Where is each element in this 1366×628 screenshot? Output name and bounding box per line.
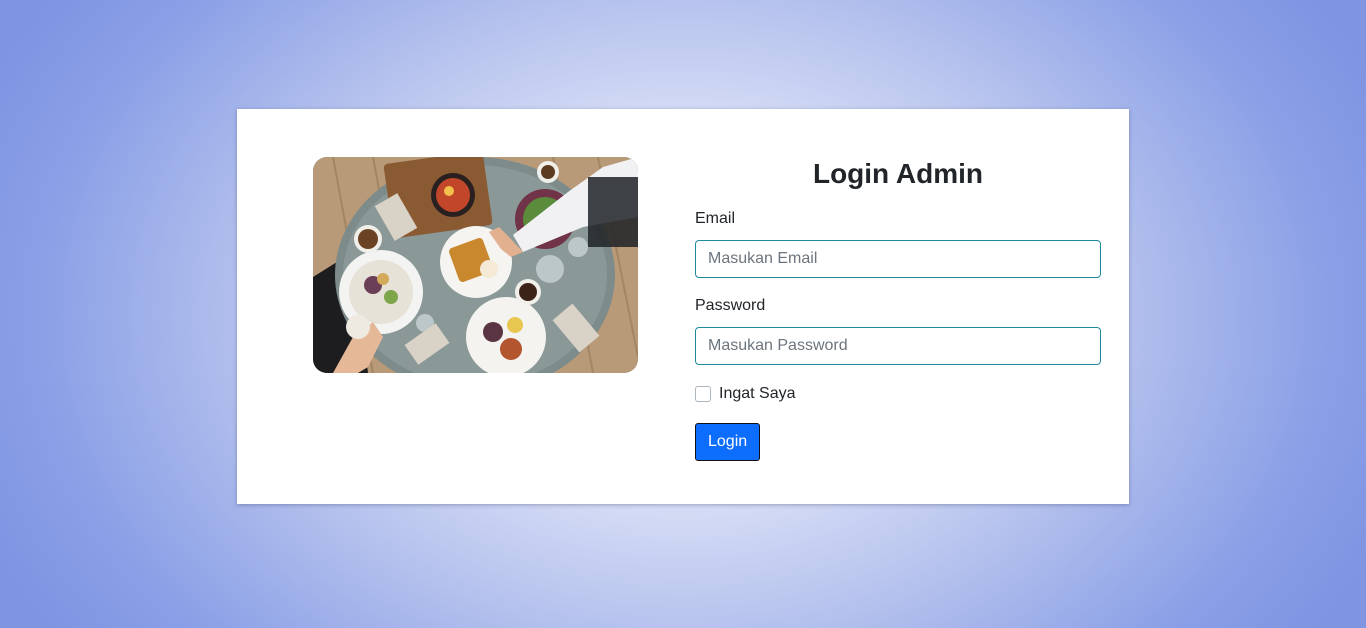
login-button[interactable]: Login <box>695 423 761 461</box>
remember-me-label[interactable]: Ingat Saya <box>719 385 796 403</box>
remember-me-checkbox[interactable] <box>695 386 711 402</box>
login-title: Login Admin <box>812 158 984 189</box>
password-input[interactable] <box>695 327 1101 365</box>
food-table-image <box>313 157 638 373</box>
email-label: Email <box>695 210 736 227</box>
login-form: Login Admin Email Password Ingat Saya Lo… <box>695 157 1101 461</box>
password-label: Password <box>695 297 766 314</box>
email-input[interactable] <box>695 240 1101 278</box>
food-table-illustration <box>313 157 638 373</box>
login-card: Login Admin Email Password Ingat Saya Lo… <box>237 109 1129 504</box>
remember-me-row: Ingat Saya <box>695 384 1101 404</box>
